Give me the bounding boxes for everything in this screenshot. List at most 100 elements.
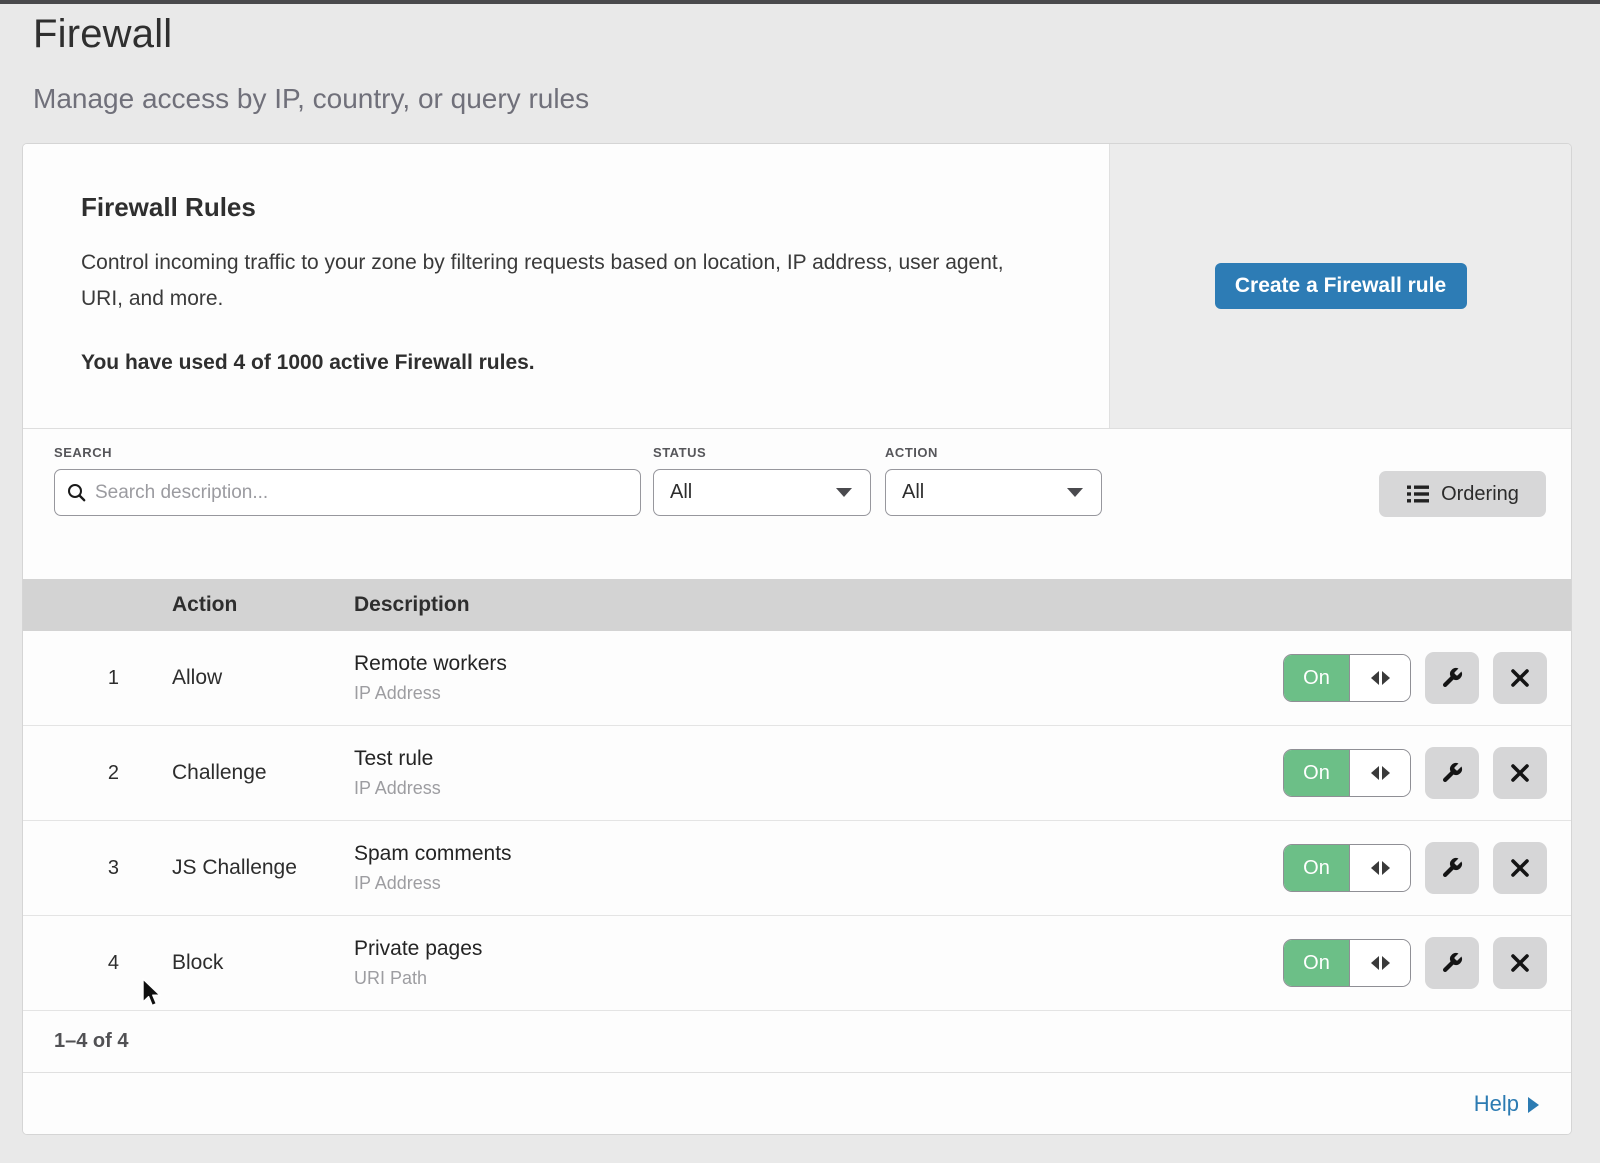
chevron-down-icon	[1067, 488, 1083, 497]
card-description: Control incoming traffic to your zone by…	[81, 245, 1031, 317]
wrench-icon	[1440, 951, 1464, 975]
help-link[interactable]: Help	[1474, 1091, 1539, 1117]
card-footer: Help	[23, 1073, 1571, 1135]
search-box	[54, 469, 641, 516]
rule-controls: On	[1283, 652, 1571, 704]
rule-enabled-toggle[interactable]: On	[1283, 749, 1411, 797]
arrow-left-icon	[1371, 671, 1379, 685]
pagination: 1–4 of 4	[23, 1011, 1571, 1073]
table-row: 1 Allow Remote workers IP Address On	[23, 631, 1571, 726]
pagination-range: 1–4 of 4	[54, 1030, 128, 1053]
action-column-header: Action	[172, 593, 354, 617]
usage-note: You have used 4 of 1000 active Firewall …	[81, 351, 1069, 375]
toggle-on-label: On	[1284, 845, 1350, 891]
toggle-on-label: On	[1284, 940, 1350, 986]
delete-rule-button[interactable]	[1493, 937, 1547, 989]
wrench-icon	[1440, 761, 1464, 785]
rule-description: Private pages	[354, 937, 1283, 961]
rule-action: Block	[172, 951, 354, 975]
page-header: Firewall Manage access by IP, country, o…	[0, 4, 1600, 115]
rule-controls: On	[1283, 842, 1571, 894]
close-icon	[1509, 667, 1531, 689]
table-row: 4 Block Private pages URI Path On	[23, 916, 1571, 1011]
status-filter-group: STATUS All	[653, 445, 871, 579]
rule-action: JS Challenge	[172, 856, 354, 880]
search-input[interactable]	[95, 482, 628, 504]
delete-rule-button[interactable]	[1493, 842, 1547, 894]
toggle-handle[interactable]	[1350, 845, 1410, 891]
close-icon	[1509, 857, 1531, 879]
card-heading: Firewall Rules	[81, 192, 1069, 223]
rule-enabled-toggle[interactable]: On	[1283, 654, 1411, 702]
page-subtitle: Manage access by IP, country, or query r…	[33, 83, 1600, 115]
search-label: SEARCH	[54, 445, 641, 460]
rule-priority: 4	[23, 952, 172, 975]
rule-description-cell: Remote workers IP Address	[354, 652, 1283, 704]
rule-priority: 3	[23, 857, 172, 880]
close-icon	[1509, 952, 1531, 974]
edit-rule-button[interactable]	[1425, 652, 1479, 704]
toggle-on-label: On	[1284, 750, 1350, 796]
action-select[interactable]: All	[885, 469, 1102, 516]
rule-match-type: URI Path	[354, 968, 1283, 989]
ordering-button[interactable]: Ordering	[1379, 471, 1546, 517]
rule-controls: On	[1283, 747, 1571, 799]
toggle-on-label: On	[1284, 655, 1350, 701]
rule-priority: 2	[23, 762, 172, 785]
rule-description-cell: Test rule IP Address	[354, 747, 1283, 799]
search-icon	[67, 483, 86, 502]
filters-bar: SEARCH STATUS All ACTION All	[23, 429, 1571, 579]
page-title: Firewall	[33, 12, 1600, 57]
toggle-handle[interactable]	[1350, 750, 1410, 796]
arrow-right-icon	[1382, 956, 1390, 970]
arrow-right-icon	[1382, 766, 1390, 780]
edit-rule-button[interactable]	[1425, 842, 1479, 894]
action-selected-value: All	[902, 481, 924, 504]
status-selected-value: All	[670, 481, 692, 504]
rule-match-type: IP Address	[354, 683, 1283, 704]
create-firewall-rule-button[interactable]: Create a Firewall rule	[1215, 263, 1467, 309]
ordering-button-label: Ordering	[1441, 483, 1519, 506]
rule-description: Test rule	[354, 747, 1283, 771]
table-header: Action Description	[23, 579, 1571, 631]
arrow-right-icon	[1382, 671, 1390, 685]
delete-rule-button[interactable]	[1493, 747, 1547, 799]
rule-match-type: IP Address	[354, 778, 1283, 799]
status-select[interactable]: All	[653, 469, 871, 516]
edit-rule-button[interactable]	[1425, 937, 1479, 989]
rule-description-cell: Private pages URI Path	[354, 937, 1283, 989]
action-filter-group: ACTION All	[885, 445, 1102, 579]
delete-rule-button[interactable]	[1493, 652, 1547, 704]
arrow-left-icon	[1371, 861, 1379, 875]
rule-enabled-toggle[interactable]: On	[1283, 939, 1411, 987]
toggle-handle[interactable]	[1350, 940, 1410, 986]
help-link-label: Help	[1474, 1091, 1519, 1117]
create-rule-panel: Create a Firewall rule	[1109, 144, 1571, 428]
table-row: 2 Challenge Test rule IP Address On	[23, 726, 1571, 821]
edit-rule-button[interactable]	[1425, 747, 1479, 799]
intro-section: Firewall Rules Control incoming traffic …	[23, 144, 1571, 429]
rule-description: Spam comments	[354, 842, 1283, 866]
arrow-left-icon	[1371, 766, 1379, 780]
caret-right-icon	[1528, 1097, 1539, 1113]
toggle-handle[interactable]	[1350, 655, 1410, 701]
wrench-icon	[1440, 666, 1464, 690]
ordering-wrap: Ordering	[1379, 445, 1546, 579]
rule-controls: On	[1283, 937, 1571, 989]
intro-text-block: Firewall Rules Control incoming traffic …	[23, 144, 1109, 428]
search-filter-group: SEARCH	[54, 445, 641, 579]
rule-enabled-toggle[interactable]: On	[1283, 844, 1411, 892]
rule-match-type: IP Address	[354, 873, 1283, 894]
rule-action: Challenge	[172, 761, 354, 785]
arrow-right-icon	[1382, 861, 1390, 875]
chevron-down-icon	[836, 488, 852, 497]
firewall-rules-card: Firewall Rules Control incoming traffic …	[22, 143, 1572, 1135]
rule-priority: 1	[23, 667, 172, 690]
wrench-icon	[1440, 856, 1464, 880]
rule-action: Allow	[172, 666, 354, 690]
action-label: ACTION	[885, 445, 1102, 460]
ordered-list-icon	[1406, 484, 1430, 504]
rule-description: Remote workers	[354, 652, 1283, 676]
rule-description-cell: Spam comments IP Address	[354, 842, 1283, 894]
arrow-left-icon	[1371, 956, 1379, 970]
